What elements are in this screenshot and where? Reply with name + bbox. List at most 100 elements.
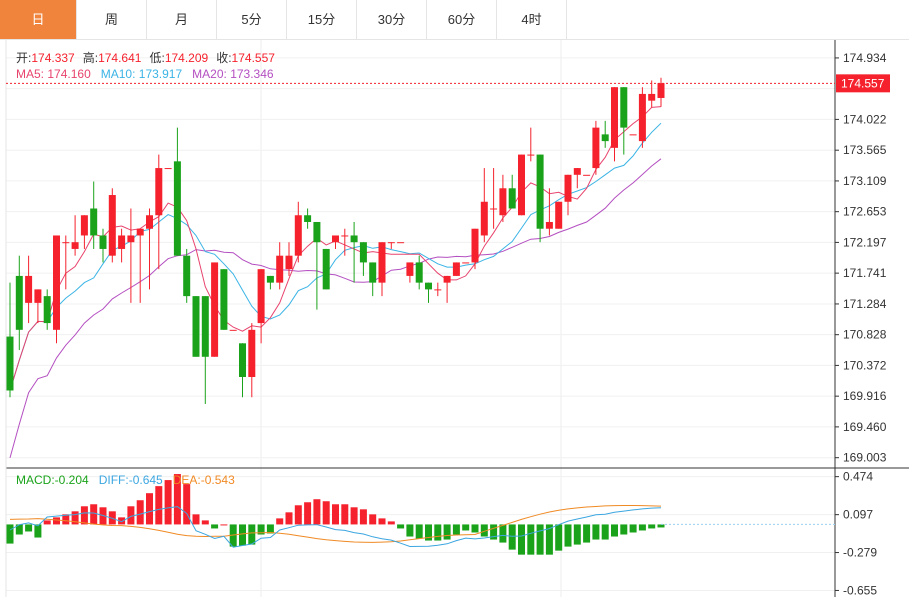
candle-body-70: [657, 83, 665, 98]
macd-bar-33: [313, 499, 321, 525]
macd-bar-65: [611, 524, 618, 537]
candle-body-54: [508, 188, 516, 209]
candle-body-1: [15, 275, 23, 330]
candle-body-47: [443, 275, 451, 283]
macd-y-tick-label-1: 0.097: [843, 508, 873, 522]
ohlc-info: 开:174.337 高:174.641 低:174.209 收:174.557: [16, 49, 275, 66]
macd-bar-16: [155, 486, 163, 525]
ma20-value: 173.346: [230, 67, 274, 81]
macd-bar-32: [304, 502, 312, 525]
macd-y-tick-label-2: -0.279: [843, 546, 877, 560]
macd-bar-22: [211, 524, 219, 529]
candle-body-23: [220, 269, 228, 330]
candle-body-48: [452, 262, 460, 276]
tab-day[interactable]: 日: [0, 0, 77, 39]
candle-body-63: [592, 127, 600, 169]
candle-body-21: [201, 296, 209, 357]
low-value: 174.209: [164, 51, 209, 65]
candle-body-68: [638, 93, 646, 142]
y-tick-label-11: 169.916: [843, 389, 887, 403]
candle-body-26: [248, 329, 256, 378]
macd-bar-5: [53, 517, 60, 525]
tab-month[interactable]: 月: [147, 0, 217, 39]
candle-body-14: [136, 228, 144, 236]
macd-bar-59: [555, 524, 563, 551]
candle-body-4: [43, 296, 51, 324]
candle-body-32: [304, 215, 312, 222]
macd-bar-57: [536, 524, 544, 555]
open-value: 174.337: [31, 51, 75, 65]
candle-body-39: [369, 262, 377, 283]
ma10-line: [9, 122, 662, 391]
close-value: 174.557: [231, 51, 275, 65]
candle-body-66: [620, 87, 628, 128]
dea-label: DEA:: [172, 473, 201, 487]
ma10-label: MA10:: [100, 67, 136, 81]
macd-bar-21: [201, 520, 209, 525]
high-value: 174.641: [98, 51, 142, 65]
macd-bar-40: [378, 518, 386, 525]
candle-body-11: [108, 195, 116, 256]
macd-bar-26: [248, 524, 256, 545]
macd-bar-30: [285, 512, 293, 525]
open-label: 开:: [16, 51, 32, 65]
y-tick-label-4: 173.109: [843, 174, 887, 188]
macd-bar-62: [583, 524, 591, 543]
candle-body-8: [80, 215, 88, 236]
macd-bar-25: [239, 524, 246, 546]
candle-body-24: [229, 329, 237, 331]
diff-label: DIFF:: [98, 473, 129, 487]
tab-30min[interactable]: 30分: [357, 0, 427, 39]
macd-bar-67: [629, 524, 637, 533]
tab-week[interactable]: 周: [77, 0, 147, 39]
macd-bar-14: [136, 500, 144, 525]
macd-bar-15: [146, 493, 153, 525]
candle-body-30: [285, 255, 293, 270]
macd-bar-66: [620, 524, 628, 535]
macd-bar-46: [434, 524, 442, 541]
tab-15min[interactable]: 15分: [287, 0, 357, 39]
candle-body-50: [471, 228, 479, 263]
ma5-value: 174.160: [47, 67, 91, 81]
candle-body-40: [378, 242, 386, 283]
high-label: 高:: [82, 51, 99, 65]
y-tick-label-9: 170.828: [843, 328, 887, 342]
candle-body-60: [564, 174, 572, 202]
candle-body-67: [629, 134, 637, 136]
y-tick-label-12: 169.460: [843, 420, 887, 434]
candle-body-9: [90, 208, 98, 236]
candle-body-37: [350, 235, 358, 243]
macd-bar-35: [332, 504, 339, 525]
candle-body-61: [573, 168, 581, 175]
macd-bar-0: [6, 524, 14, 544]
diff-value: -0.645: [128, 473, 163, 487]
y-tick-label-6: 172.197: [843, 235, 887, 249]
candle-body-16: [155, 168, 163, 216]
macd-label: MACD:: [16, 473, 55, 487]
candle-body-13: [127, 235, 135, 243]
candle-body-0: [6, 336, 14, 391]
y-tick-label-5: 172.653: [843, 205, 887, 219]
macd-bar-60: [564, 524, 572, 547]
tab-4hour[interactable]: 4时: [497, 0, 567, 39]
macd-bar-68: [638, 524, 646, 531]
tab-5min[interactable]: 5分: [217, 0, 287, 39]
macd-bar-56: [527, 524, 535, 555]
macd-bar-31: [294, 505, 302, 525]
candle-body-22: [211, 262, 219, 357]
macd-y-tick-label-3: -0.655: [843, 583, 877, 597]
candle-body-36: [341, 235, 349, 237]
y-tick-label-7: 171.741: [843, 266, 887, 280]
candle-body-20: [192, 296, 200, 357]
candle-body-2: [25, 275, 33, 303]
dea-value: -0.543: [200, 473, 235, 487]
candle-body-69: [648, 93, 656, 101]
tab-60min[interactable]: 60分: [427, 0, 497, 39]
candle-body-59: [555, 201, 563, 229]
candle-body-49: [462, 262, 470, 264]
macd-bar-42: [397, 524, 405, 529]
macd-bar-55: [518, 524, 525, 555]
macd-bar-64: [601, 524, 609, 540]
ma20-line: [9, 158, 662, 459]
candle-body-35: [332, 235, 339, 243]
